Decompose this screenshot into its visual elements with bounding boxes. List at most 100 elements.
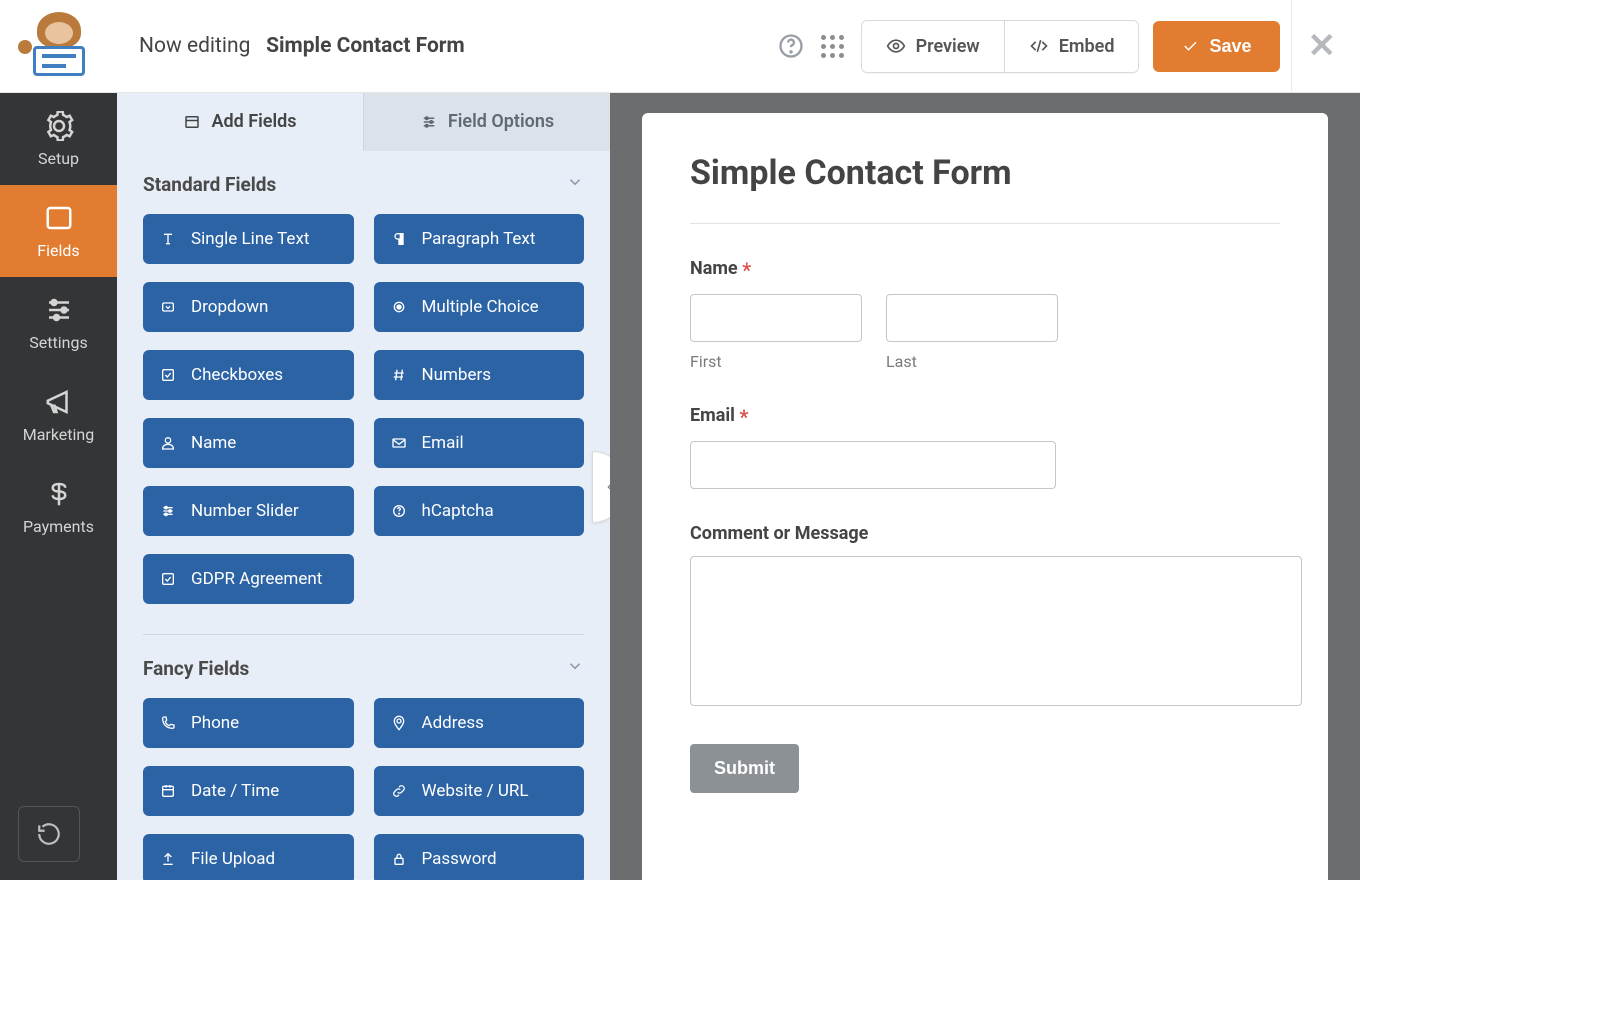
form-title: Simple Contact Form: [690, 153, 1280, 193]
required-mark: *: [742, 258, 751, 282]
nav-item-settings[interactable]: Settings: [0, 277, 117, 369]
field-phone[interactable]: Phone: [143, 698, 354, 748]
save-label: Save: [1209, 36, 1251, 57]
hash-icon: [390, 366, 408, 384]
nav-item-payments[interactable]: Payments: [0, 461, 117, 553]
tab-add-fields[interactable]: Add Fields: [117, 93, 363, 151]
nav-item-marketing[interactable]: Marketing: [0, 369, 117, 461]
collapse-panel-handle[interactable]: [592, 451, 610, 523]
tab-field-options[interactable]: Field Options: [363, 93, 610, 151]
label-name: Name *: [690, 258, 1280, 282]
field-label: hCaptcha: [422, 501, 494, 521]
field-hcaptcha[interactable]: hCaptcha: [374, 486, 585, 536]
editing-form-name: Simple Contact Form: [266, 34, 465, 58]
apps-grid-icon[interactable]: [819, 32, 847, 60]
field-number-slider[interactable]: Number Slider: [143, 486, 354, 536]
form-preview-area: Simple Contact Form Name * First Last: [610, 93, 1360, 880]
sublabel-last: Last: [886, 352, 1058, 371]
field-label: Password: [422, 849, 497, 869]
form-divider: [690, 223, 1280, 224]
field-label: Website / URL: [422, 781, 529, 801]
field-single-line-text[interactable]: Single Line Text: [143, 214, 354, 264]
chevron-down-icon: [566, 173, 584, 195]
label-email: Email *: [690, 405, 1280, 429]
section-standard-title: Standard Fields: [143, 173, 276, 196]
tab-add-fields-label: Add Fields: [211, 111, 296, 132]
editing-prefix: Now editing: [139, 34, 250, 58]
brand-logo: [0, 16, 117, 76]
close-button[interactable]: ✕: [1308, 29, 1337, 63]
envelope-icon: [390, 434, 408, 452]
header-actions: Preview Embed Save ✕: [777, 20, 1336, 73]
fancy-fields-grid: Phone Address Date / Time Website / URL File…: [143, 698, 584, 880]
field-label: Number Slider: [191, 501, 299, 521]
field-multiple-choice[interactable]: Multiple Choice: [374, 282, 585, 332]
required-mark: *: [739, 405, 748, 429]
field-label: Paragraph Text: [422, 229, 536, 249]
check-icon: [159, 570, 177, 588]
field-file-upload[interactable]: File Upload: [143, 834, 354, 880]
field-date-time[interactable]: Date / Time: [143, 766, 354, 816]
field-label: Dropdown: [191, 297, 268, 317]
nav-label-payments: Payments: [23, 517, 94, 536]
lock-icon: [390, 850, 408, 868]
field-password[interactable]: Password: [374, 834, 585, 880]
embed-label: Embed: [1059, 36, 1115, 57]
upload-icon: [159, 850, 177, 868]
radio-icon: [390, 298, 408, 316]
form-card: Simple Contact Form Name * First Last: [642, 113, 1328, 880]
field-label: Checkboxes: [191, 365, 283, 385]
input-first-name[interactable]: [690, 294, 862, 342]
nav-item-setup[interactable]: Setup: [0, 93, 117, 185]
main-body: Setup Fields Settings Marketing Payments: [0, 93, 1360, 880]
field-email[interactable]: Email: [374, 418, 585, 468]
field-dropdown[interactable]: Dropdown: [143, 282, 354, 332]
field-name[interactable]: Name: [143, 418, 354, 468]
section-standard-fields: Standard Fields Single Line Text Paragrap…: [117, 151, 610, 608]
save-button[interactable]: Save: [1153, 21, 1279, 72]
header: Now editing Simple Contact Form Preview …: [0, 0, 1360, 93]
panel-scroll[interactable]: Standard Fields Single Line Text Paragrap…: [117, 151, 610, 880]
sublabel-first: First: [690, 352, 862, 371]
field-label: Address: [422, 713, 484, 733]
field-gdpr-agreement[interactable]: GDPR Agreement: [143, 554, 354, 604]
field-label: Single Line Text: [191, 229, 309, 249]
field-label: File Upload: [191, 849, 275, 869]
form-field-email[interactable]: Email *: [690, 405, 1280, 489]
phone-icon: [159, 714, 177, 732]
user-icon: [159, 434, 177, 452]
preview-button[interactable]: Preview: [862, 21, 1004, 72]
section-fancy-fields: Fancy Fields Phone Address Date / Time Webs…: [117, 635, 610, 880]
pin-icon: [390, 714, 408, 732]
dropdown-icon: [159, 298, 177, 316]
section-standard-header[interactable]: Standard Fields: [143, 173, 584, 196]
tab-field-options-label: Field Options: [448, 111, 554, 132]
help-icon[interactable]: [777, 32, 805, 60]
revert-button[interactable]: [18, 806, 80, 862]
embed-button[interactable]: Embed: [1004, 21, 1139, 72]
chevron-down-icon: [566, 657, 584, 679]
field-paragraph-text[interactable]: Paragraph Text: [374, 214, 585, 264]
section-fancy-header[interactable]: Fancy Fields: [143, 657, 584, 680]
field-label: Numbers: [422, 365, 492, 385]
field-address[interactable]: Address: [374, 698, 585, 748]
input-last-name[interactable]: [886, 294, 1058, 342]
preview-label: Preview: [916, 36, 980, 57]
field-website-url[interactable]: Website / URL: [374, 766, 585, 816]
field-checkboxes[interactable]: Checkboxes: [143, 350, 354, 400]
nav-item-fields[interactable]: Fields: [0, 185, 117, 277]
field-label: GDPR Agreement: [191, 569, 322, 589]
submit-button[interactable]: Submit: [690, 744, 799, 793]
preview-embed-group: Preview Embed: [861, 20, 1140, 73]
form-field-name[interactable]: Name * First Last: [690, 258, 1280, 371]
nav-label-setup: Setup: [38, 149, 79, 168]
input-email[interactable]: [690, 441, 1056, 489]
field-numbers[interactable]: Numbers: [374, 350, 585, 400]
text-icon: [159, 230, 177, 248]
label-comment: Comment or Message: [690, 523, 1280, 544]
textarea-comment[interactable]: [690, 556, 1302, 706]
form-field-comment[interactable]: Comment or Message: [690, 523, 1280, 710]
field-label: Email: [422, 433, 464, 453]
nav-label-marketing: Marketing: [23, 425, 94, 444]
panel-tabs: Add Fields Field Options: [117, 93, 610, 151]
